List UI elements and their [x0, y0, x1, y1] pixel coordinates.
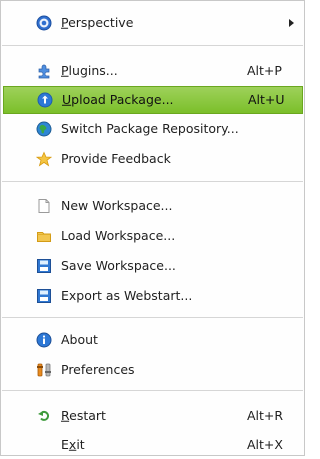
shortcut-label: Alt+X — [247, 436, 283, 452]
globe-icon — [36, 121, 52, 137]
menu-item-label: Load Workspace... — [61, 227, 176, 243]
menu-item-label: Plugins... — [61, 62, 118, 78]
shortcut-label: Alt+U — [248, 91, 285, 107]
preferences-icon — [36, 362, 52, 378]
menu-item-load-workspace[interactable]: Load Workspace... — [2, 222, 303, 250]
menu-item-label: Perspective — [61, 14, 134, 30]
save-icon — [36, 258, 52, 274]
perspective-icon — [36, 15, 52, 31]
menu-separator — [2, 317, 303, 318]
menu-separator — [2, 390, 303, 391]
menu-item-preferences[interactable]: Preferences — [2, 356, 303, 384]
upload-package-icon — [37, 92, 53, 108]
menu-item-label: About — [61, 331, 98, 347]
folder-icon — [36, 228, 52, 244]
new-document-icon — [36, 198, 52, 214]
shortcut-label: Alt+R — [247, 407, 284, 423]
application-menu: Perspective Plugins... Alt+P Upload Pack… — [0, 0, 305, 456]
menu-item-perspective[interactable]: Perspective — [2, 9, 303, 37]
menu-separator — [2, 45, 303, 46]
menu-item-provide-feedback[interactable]: Provide Feedback — [2, 145, 303, 173]
menu-item-upload-package[interactable]: Upload Package... Alt+U — [3, 86, 303, 114]
menu-separator — [2, 181, 303, 182]
submenu-arrow-icon — [289, 19, 294, 27]
info-icon — [36, 332, 52, 348]
menu-item-label: Preferences — [61, 361, 135, 377]
menu-item-label: Restart — [61, 407, 106, 423]
plugins-icon — [36, 63, 52, 79]
menu-item-label: Save Workspace... — [61, 257, 176, 273]
restart-icon — [36, 408, 52, 424]
menu-item-plugins[interactable]: Plugins... Alt+P — [2, 57, 303, 85]
shortcut-label: Alt+P — [247, 62, 282, 78]
menu-item-about[interactable]: About — [2, 326, 303, 354]
menu-item-label: Provide Feedback — [61, 150, 171, 166]
menu-item-label: Exit — [61, 436, 85, 452]
menu-item-new-workspace[interactable]: New Workspace... — [2, 192, 303, 220]
menu-item-restart[interactable]: Restart Alt+R — [2, 402, 303, 430]
menu-item-switch-package-repository[interactable]: Switch Package Repository... — [2, 115, 303, 143]
menu-item-save-workspace[interactable]: Save Workspace... — [2, 252, 303, 280]
menu-item-label: Switch Package Repository... — [61, 120, 239, 136]
menu-item-label: New Workspace... — [61, 197, 173, 213]
menu-item-label: Export as Webstart... — [61, 287, 193, 303]
export-icon — [36, 288, 52, 304]
menu-item-label: Upload Package... — [62, 91, 174, 107]
menu-item-exit[interactable]: Exit Alt+X — [2, 431, 303, 459]
star-icon — [35, 151, 53, 167]
menu-item-export-as-webstart[interactable]: Export as Webstart... — [2, 282, 303, 310]
